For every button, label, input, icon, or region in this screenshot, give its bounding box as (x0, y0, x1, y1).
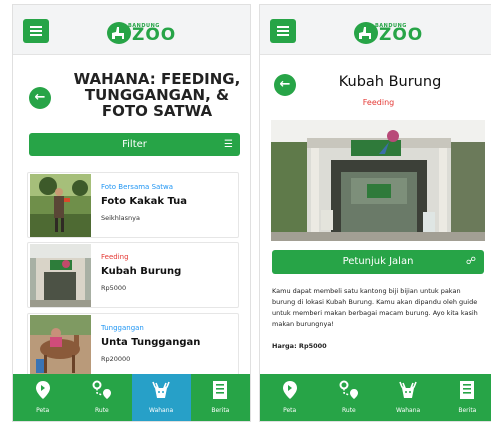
app-header: BANDUNG ZOO (13, 5, 250, 55)
bottom-nav: Peta Rute Wahana Berita (13, 374, 250, 421)
filter-list-icon: ☰ (224, 139, 233, 150)
nav-item-peta[interactable]: Peta (260, 374, 319, 421)
nav-label: Rute (342, 407, 356, 414)
item-category: Foto Bersama Satwa (101, 183, 174, 191)
page-title: Kubah Burung (338, 74, 442, 90)
item-price: Rp20000 (101, 355, 131, 363)
nav-item-rute[interactable]: Rute (72, 374, 131, 421)
directions-icon: ☍ (465, 256, 476, 267)
item-photo (30, 174, 91, 237)
nav-item-berita[interactable]: Berita (191, 374, 250, 421)
directions-button[interactable]: Petunjuk Jalan ☍ (272, 250, 484, 274)
item-photo (30, 315, 91, 378)
nav-item-berita[interactable]: Berita (438, 374, 491, 421)
news-icon (213, 381, 228, 399)
nav-label: Rute (95, 407, 109, 414)
animal-head-icon (152, 381, 170, 398)
route-icon (339, 380, 358, 399)
arrow-left-icon: ← (34, 90, 46, 105)
nav-label: Peta (283, 407, 297, 414)
nav-item-wahana[interactable]: Wahana (379, 374, 438, 421)
logo-main-text: ZOO (379, 25, 424, 45)
price-label: Harga: Rp5000 (272, 342, 327, 350)
bandung-zoo-logo[interactable]: BANDUNG ZOO (354, 22, 424, 48)
arrow-left-icon: ← (279, 77, 291, 92)
nav-item-rute[interactable]: Rute (319, 374, 378, 421)
nav-label: Wahana (149, 407, 174, 414)
detail-screen: BANDUNG ZOO ← Kubah Burung Feeding Petun… (259, 4, 491, 422)
list-item[interactable]: Feeding Kubah Burung Rp5000 (27, 242, 239, 308)
filter-label: Filter (122, 139, 147, 150)
bottom-nav: Peta Rute Wahana Berita (260, 374, 491, 421)
screenshot-stage: BANDUNG ZOO ← WAHANA: FEEDING, TUNGGANGA… (0, 0, 491, 426)
attraction-description: Kamu dapat membeli satu kantong biji bij… (272, 287, 478, 328)
map-pin-icon (35, 381, 50, 399)
list-item[interactable]: Tunggangan Unta Tunggangan Rp20000 (27, 313, 239, 379)
news-icon (460, 381, 475, 399)
item-price: Seikhlasnya (101, 214, 140, 222)
list-item[interactable]: Foto Bersama Satwa Foto Kakak Tua Seikhl… (27, 172, 239, 238)
item-name: Foto Kakak Tua (101, 196, 188, 207)
nav-label: Berita (458, 407, 477, 414)
filter-button[interactable]: Filter ☰ (29, 133, 240, 156)
bandung-zoo-logo[interactable]: BANDUNG ZOO (107, 22, 177, 48)
app-header: BANDUNG ZOO (260, 5, 491, 55)
directions-label: Petunjuk Jalan (342, 256, 414, 267)
nav-label: Wahana (396, 407, 421, 414)
map-pin-icon (282, 381, 297, 399)
route-icon (92, 380, 111, 399)
animal-head-icon (399, 381, 417, 398)
item-price: Rp5000 (101, 284, 127, 292)
nav-item-wahana[interactable]: Wahana (131, 374, 191, 421)
item-category: Feeding (101, 253, 129, 261)
nav-label: Peta (36, 407, 50, 414)
back-button[interactable]: ← (29, 87, 51, 109)
nav-item-peta[interactable]: Peta (13, 374, 72, 421)
item-name: Kubah Burung (101, 266, 182, 277)
item-category: Tunggangan (101, 324, 144, 332)
menu-button[interactable] (270, 19, 296, 43)
page-title: WAHANA: FEEDING, TUNGGANGAN, & FOTO SATW… (73, 70, 241, 120)
attraction-photo (271, 120, 485, 241)
item-photo (30, 244, 91, 307)
menu-button[interactable] (23, 19, 49, 43)
logo-main-text: ZOO (132, 25, 177, 45)
nav-label: Berita (211, 407, 230, 414)
item-name: Unta Tunggangan (101, 337, 201, 348)
wahana-list-screen: BANDUNG ZOO ← WAHANA: FEEDING, TUNGGANGA… (12, 4, 251, 422)
category-label: Feeding (362, 98, 395, 107)
